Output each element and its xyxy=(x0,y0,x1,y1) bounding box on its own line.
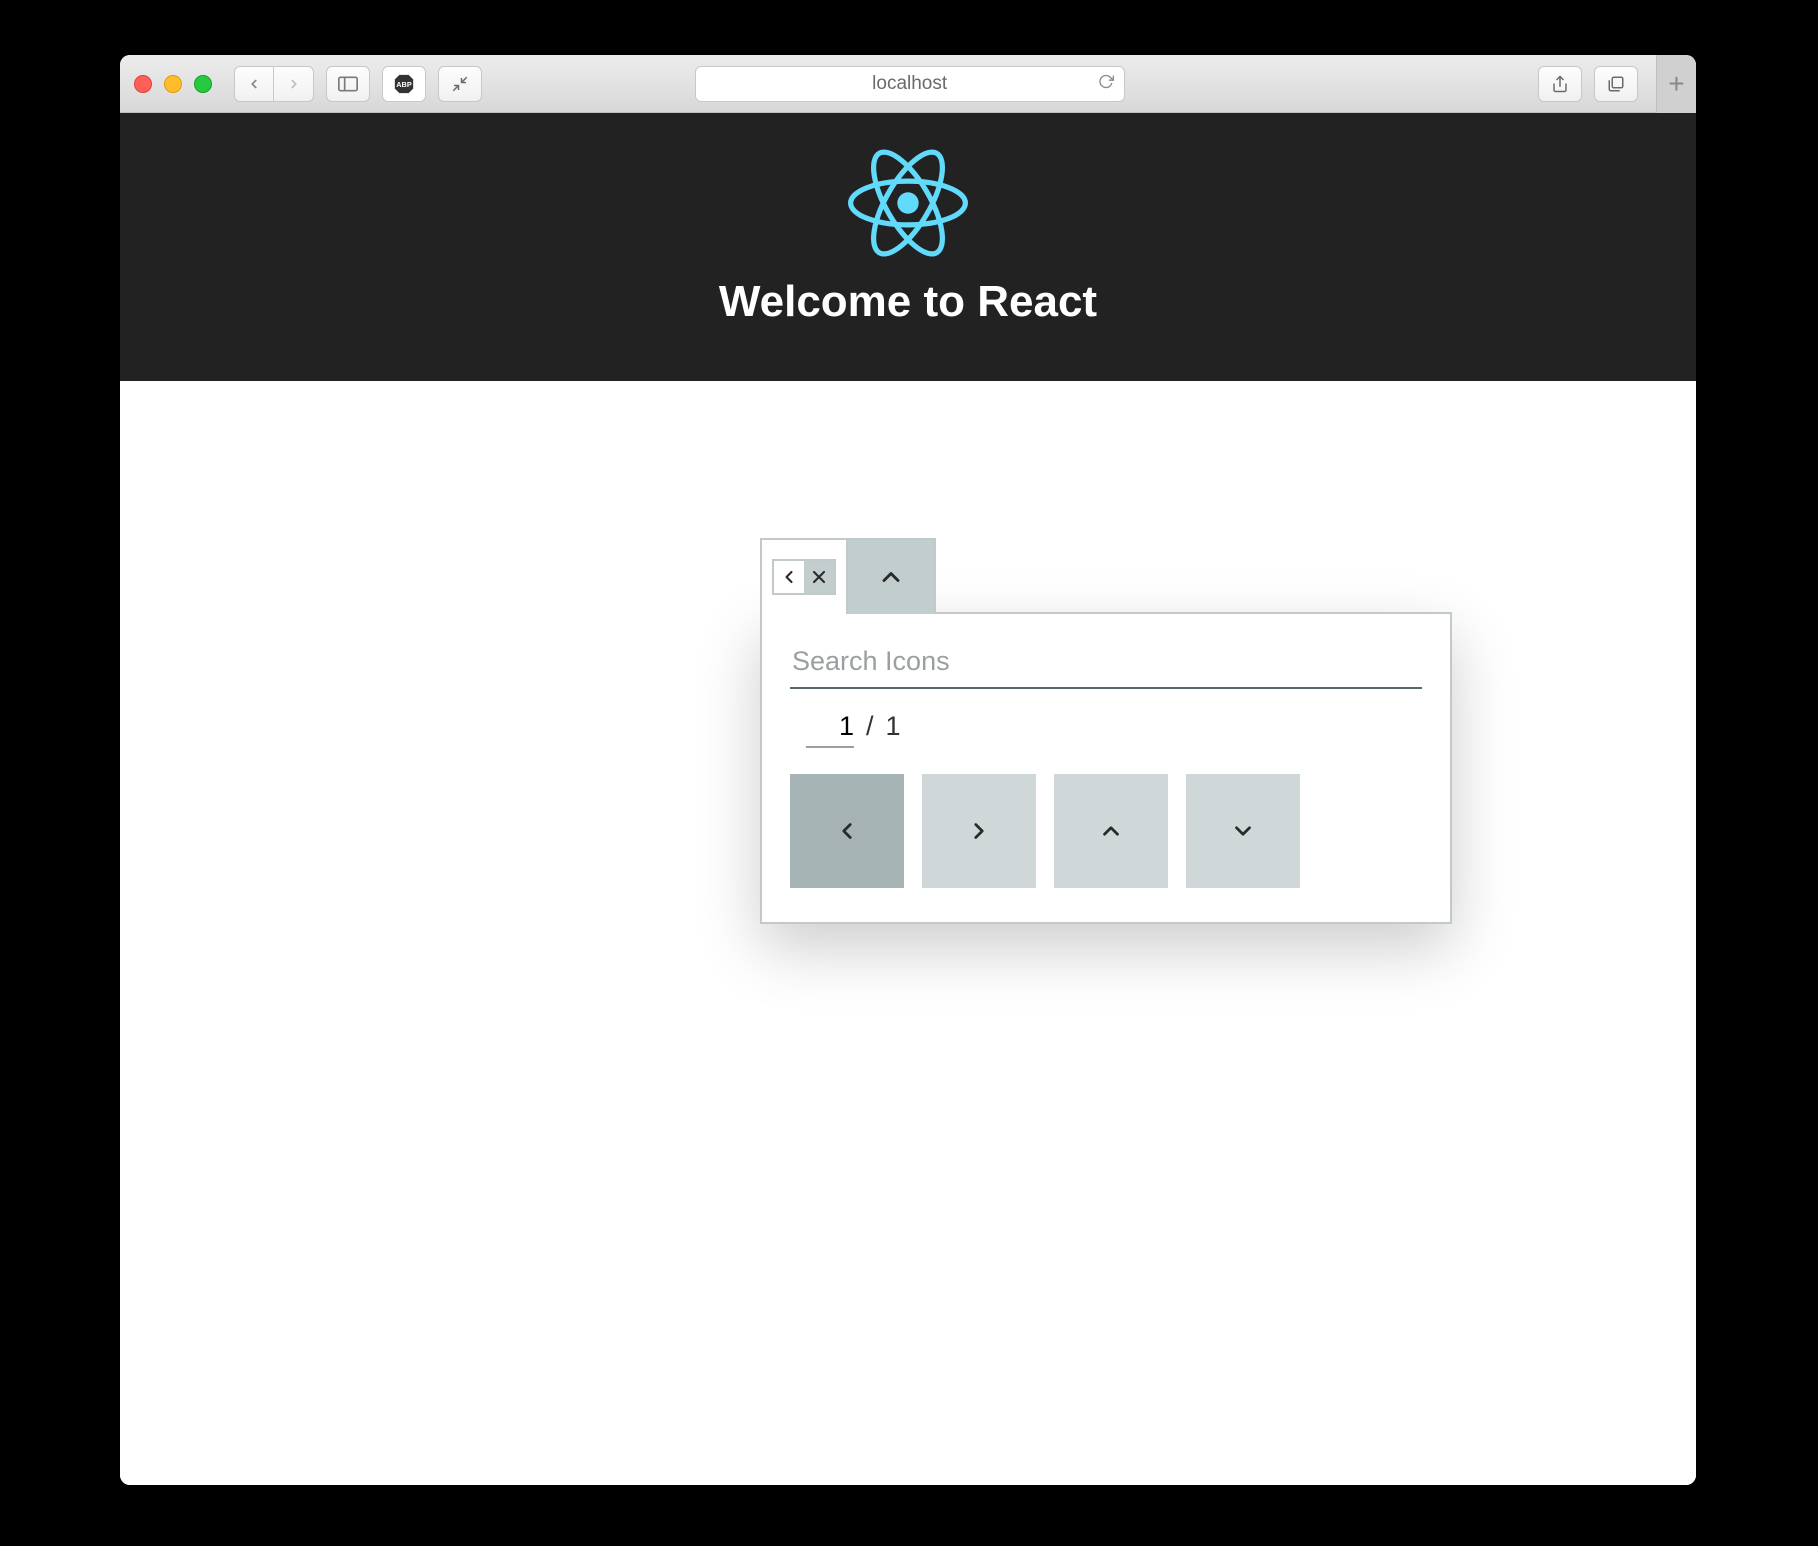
tabs-icon xyxy=(1606,75,1626,93)
fullscreen-icon xyxy=(451,75,469,93)
page-title: Welcome to React xyxy=(120,277,1696,327)
chevron-left-icon xyxy=(247,77,261,91)
plus-icon: + xyxy=(1668,68,1684,100)
page-current-input[interactable] xyxy=(806,711,854,748)
pagination: / 1 xyxy=(806,711,1422,748)
share-button[interactable] xyxy=(1538,66,1582,102)
new-tab-button[interactable]: + xyxy=(1656,55,1696,113)
close-icon xyxy=(809,567,829,587)
address-text: localhost xyxy=(872,73,947,95)
icon-option-chevron-down[interactable] xyxy=(1186,774,1300,888)
icon-option-chevron-right[interactable] xyxy=(922,774,1036,888)
adblock-button[interactable]: ABP xyxy=(382,66,426,102)
chevron-right-icon xyxy=(287,77,301,91)
page-separator: / xyxy=(866,711,874,742)
chevron-right-icon xyxy=(966,818,992,844)
browser-titlebar: ABP localhost + xyxy=(120,55,1696,113)
window-maximize-button[interactable] xyxy=(194,75,212,93)
reload-button[interactable] xyxy=(1098,73,1114,94)
adblock-icon: ABP xyxy=(393,73,415,95)
chevron-down-icon xyxy=(1230,818,1256,844)
reload-icon xyxy=(1098,73,1114,89)
picker-tab-expand[interactable] xyxy=(848,540,934,614)
icon-option-chevron-up[interactable] xyxy=(1054,774,1168,888)
address-bar[interactable]: localhost xyxy=(695,66,1125,102)
picker-tab-selected-preview[interactable] xyxy=(762,540,848,614)
chevron-up-icon xyxy=(1098,818,1124,844)
nav-back-button[interactable] xyxy=(234,66,274,102)
tabs-button[interactable] xyxy=(1594,66,1638,102)
window-close-button[interactable] xyxy=(134,75,152,93)
page-total: 1 xyxy=(886,711,901,742)
react-logo-icon xyxy=(848,149,968,257)
chevron-left-icon xyxy=(834,818,860,844)
search-icons-input[interactable] xyxy=(790,640,1422,689)
icon-option-chevron-left[interactable] xyxy=(790,774,904,888)
app-header: Welcome to React xyxy=(120,113,1696,381)
sidebar-icon xyxy=(338,76,358,92)
chevron-left-icon xyxy=(779,567,799,587)
page-viewport: Welcome to React xyxy=(120,113,1696,1485)
share-icon xyxy=(1551,74,1569,94)
icon-picker: / 1 xyxy=(760,538,1452,924)
svg-text:ABP: ABP xyxy=(396,79,412,88)
icon-picker-panel: / 1 xyxy=(760,612,1452,924)
window-minimize-button[interactable] xyxy=(164,75,182,93)
nav-back-forward xyxy=(234,66,314,102)
sidebar-toggle-button[interactable] xyxy=(326,66,370,102)
icon-picker-tabs xyxy=(760,538,936,614)
selected-icon-preview xyxy=(772,559,836,595)
nav-forward-button[interactable] xyxy=(274,66,314,102)
browser-window: ABP localhost + xyxy=(120,55,1696,1485)
icon-grid xyxy=(790,774,1422,888)
fullscreen-button[interactable] xyxy=(438,66,482,102)
chevron-up-icon xyxy=(877,563,905,591)
window-controls xyxy=(134,75,212,93)
